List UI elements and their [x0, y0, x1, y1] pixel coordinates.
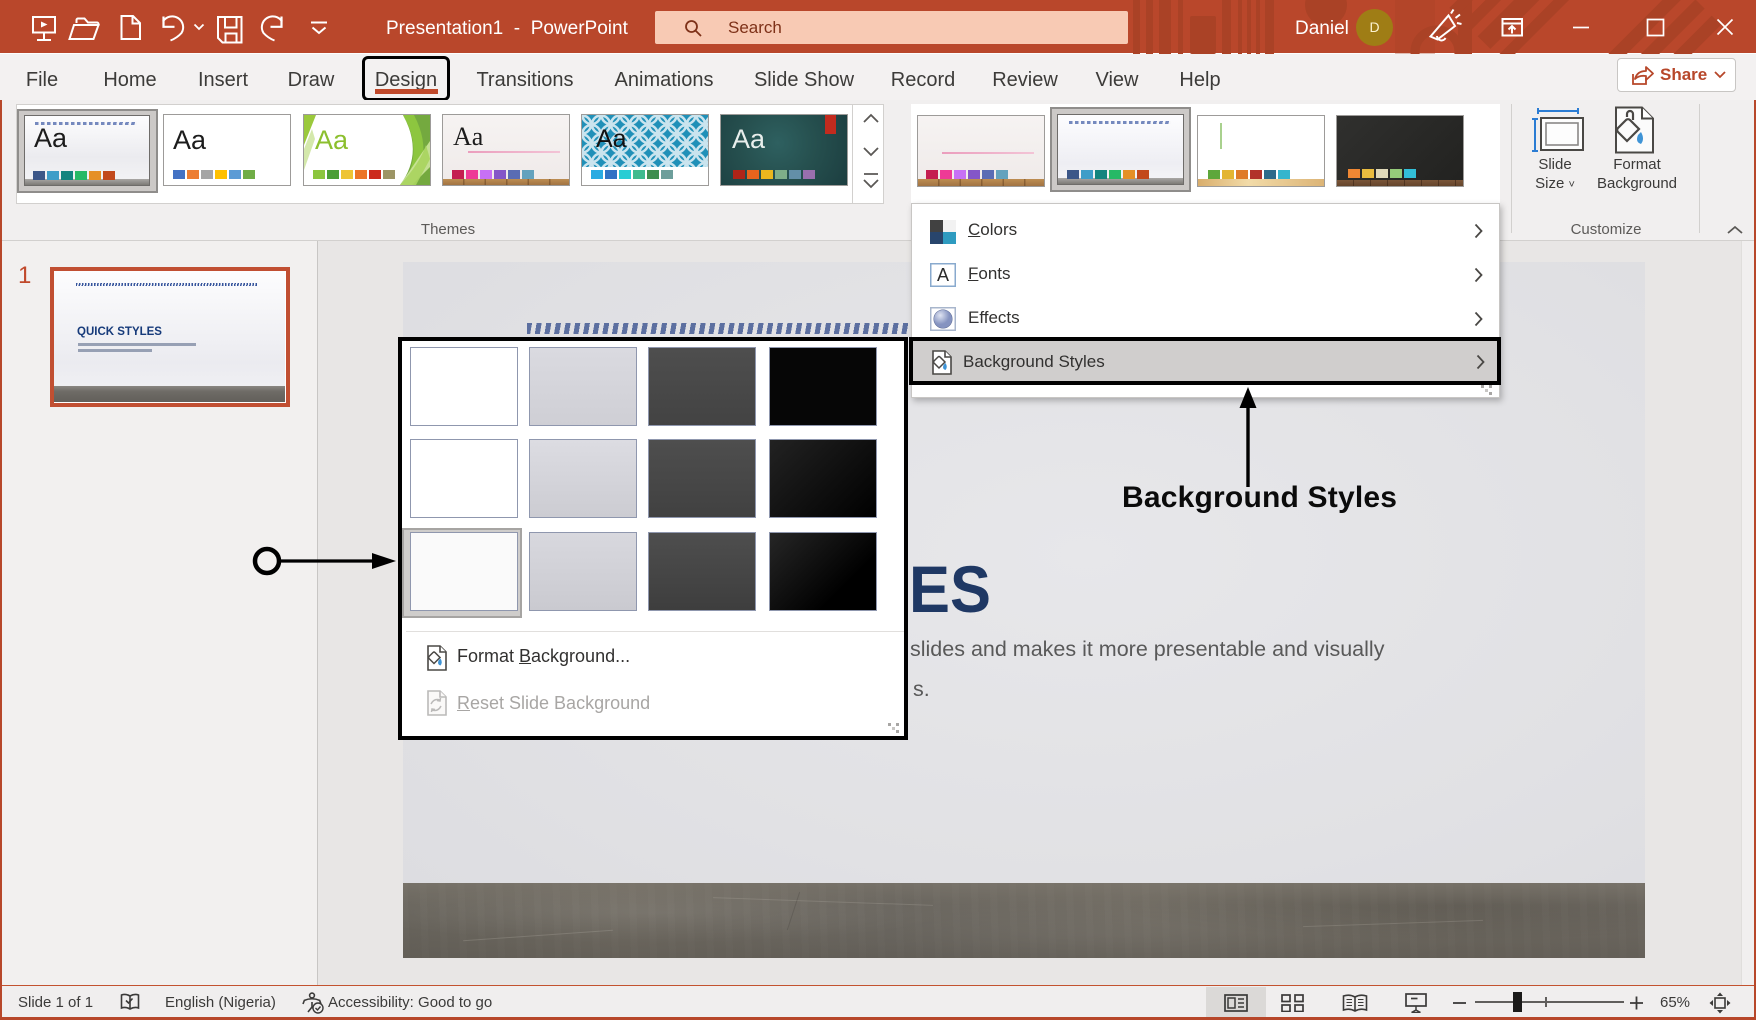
svg-text:A: A — [937, 265, 949, 285]
